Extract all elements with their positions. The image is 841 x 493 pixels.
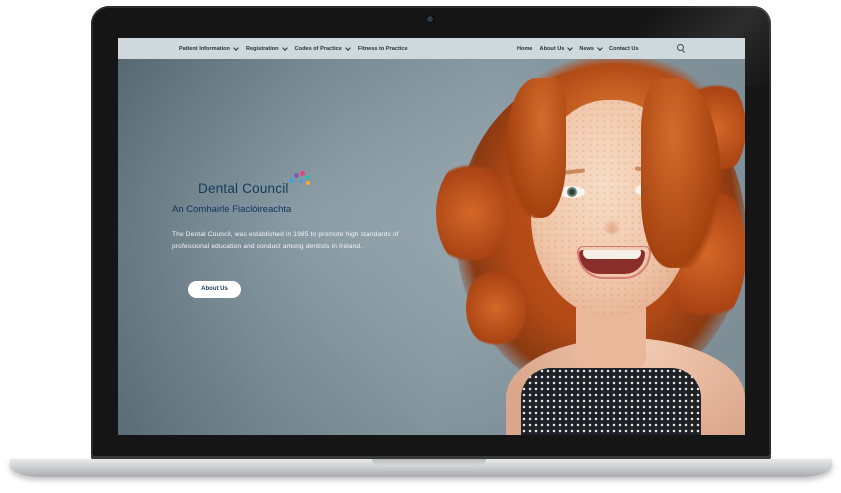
laptop-notch — [372, 459, 486, 466]
search-icon[interactable] — [677, 44, 686, 53]
nav-item-about-us[interactable]: About Us — [539, 44, 574, 52]
nav-item-label: News — [579, 45, 595, 52]
dress — [521, 368, 701, 435]
dental-council-logo[interactable]: Dental Council — [198, 171, 313, 196]
chevron-down-icon — [567, 44, 574, 51]
hero-description: The Dental Council, was established in 1… — [172, 231, 399, 250]
nav-item-label: Codes of Practice — [294, 45, 342, 52]
nav-item-label: Fitness to Practice — [357, 45, 408, 52]
chevron-down-icon — [345, 44, 351, 51]
logo-dot — [299, 171, 305, 176]
nav-left-group: Patient Information Registration Codes o… — [179, 38, 408, 59]
nav-item-fitness-to-practice[interactable]: Fitness to Practice — [358, 46, 408, 52]
nav-item-registration[interactable]: Registration — [245, 44, 288, 52]
nose — [603, 218, 621, 234]
nav-item-label: About Us — [539, 45, 565, 52]
logo-subtitle: An Comhairle Fiaclóireachta — [172, 204, 292, 215]
nav-item-news[interactable]: News — [579, 44, 603, 52]
nav-item-patient-information[interactable]: Patient Information — [179, 44, 239, 52]
logo-dots-icon — [283, 168, 313, 192]
logo-dot — [298, 179, 303, 183]
nav-item-label: Contact Us — [609, 45, 639, 52]
top-navigation: Patient Information Registration Codes o… — [118, 38, 745, 59]
logo-dot — [304, 175, 310, 180]
chevron-down-icon — [597, 44, 603, 51]
nav-item-label: Registration — [245, 45, 279, 52]
chevron-down-icon — [233, 44, 239, 51]
hair-curl — [466, 268, 526, 348]
nav-item-label: Patient Information — [179, 45, 230, 52]
nav-item-contact-us[interactable]: Contact Us — [609, 46, 639, 52]
logo-text: Dental Council — [198, 181, 289, 196]
nav-item-home[interactable]: Home — [517, 46, 533, 52]
about-us-button[interactable]: About Us — [188, 281, 241, 298]
website-screen: Patient Information Registration Codes o… — [118, 38, 745, 435]
hair-front-left — [506, 78, 566, 218]
nav-item-codes-of-practice[interactable]: Codes of Practice — [294, 44, 351, 52]
nav-item-label: Home — [517, 45, 533, 52]
logo-dot — [288, 178, 294, 183]
logo-dot — [293, 173, 299, 178]
hair-curl — [436, 158, 506, 268]
webcam-icon — [427, 16, 433, 22]
hero-photo — [436, 38, 745, 435]
nav-right-group: Home About Us News Contact Us — [517, 38, 639, 59]
chevron-down-icon — [281, 44, 288, 51]
logo-dot — [305, 181, 310, 185]
